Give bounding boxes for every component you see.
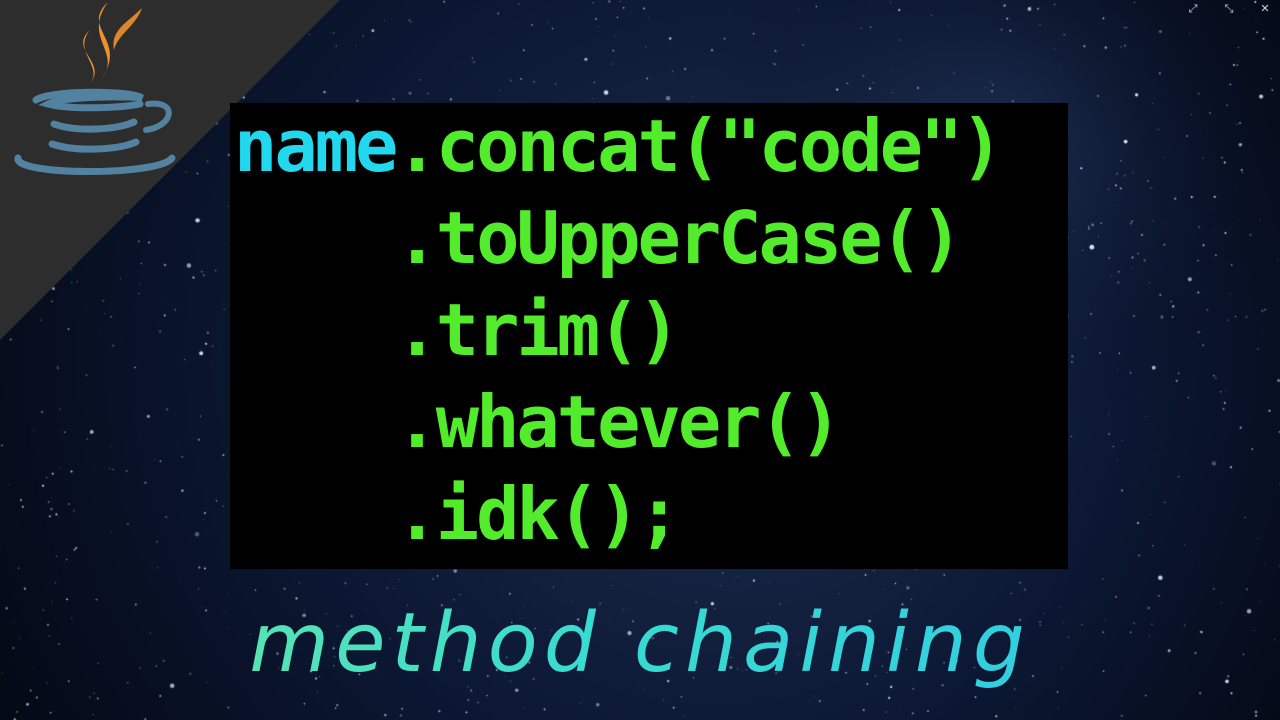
java-icon (14, 2, 176, 175)
maximize-icon[interactable]: ⤡ (1222, 2, 1236, 16)
code-line: name.concat("code") (234, 101, 1004, 191)
code-identifier: name (234, 104, 398, 188)
code-method-call: .whatever() (395, 380, 842, 464)
caption-title: method chaining (0, 594, 1280, 694)
close-icon[interactable]: ✕ (1258, 2, 1272, 16)
code-method-call: .trim() (395, 288, 680, 372)
code-line: .trim() (234, 285, 680, 375)
code-panel: name.concat("code") .toUpperCase() .trim… (230, 103, 1068, 569)
code-method-call: .idk(); (395, 472, 680, 556)
code-method-call: .concat("code") (395, 104, 1003, 188)
window-controls: ⤢ ⤡ ✕ (1186, 2, 1272, 16)
restore-icon[interactable]: ⤢ (1186, 2, 1200, 16)
code-line: .whatever() (234, 377, 842, 467)
code-method-call: .toUpperCase() (395, 196, 963, 280)
code-line: .toUpperCase() (234, 193, 963, 283)
code-line: .idk(); (234, 469, 680, 559)
